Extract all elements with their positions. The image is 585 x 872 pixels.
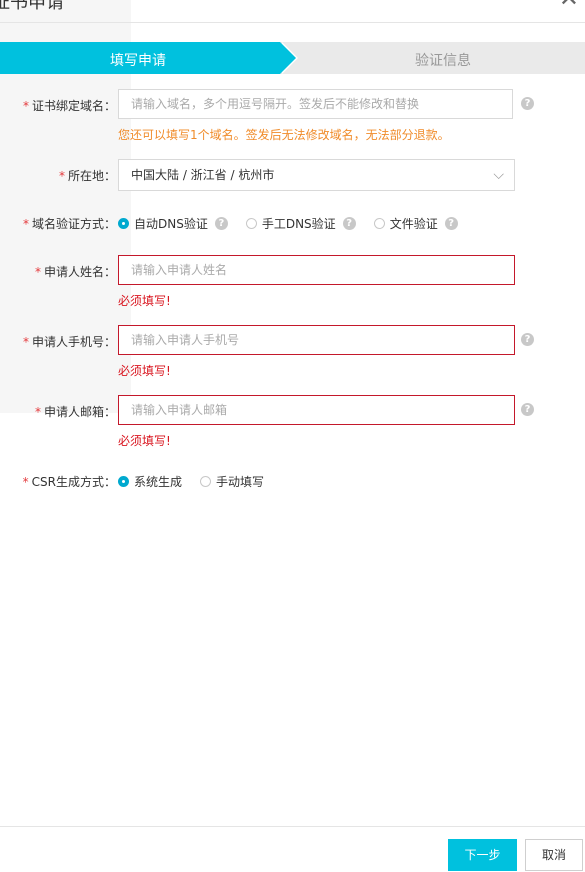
step-label: 填写申请 [110,53,166,69]
applicant-email-input[interactable] [118,395,515,425]
applicant-name-error: 必须填写! [118,294,171,308]
applicant-phone-error: 必须填写! [118,364,171,378]
certificate-apply-dialog: 证书申请 ✕ 填写申请 验证信息 *证书绑定域名： ? 您还可以填写1个域名。签… [0,0,585,872]
verify-method-label: * 域名验证方式： [22,217,116,231]
help-icon[interactable]: ? [521,97,534,110]
dialog-title: 证书申请 [0,0,64,13]
location-label: * 所在地： [58,169,116,183]
close-icon[interactable]: ✕ [559,0,579,10]
domain-input[interactable] [118,89,513,119]
step-fill-application: 填写申请 [0,42,298,74]
applicant-phone-input[interactable] [118,325,515,355]
location-value: 中国大陆 / 浙江省 / 杭州市 [131,168,275,182]
radio-unselected-icon [373,218,385,229]
radio-manual-input[interactable]: 手动填写 [200,473,264,490]
csr-method-radio-group: 系统生成 手动填写 [118,473,282,490]
help-icon[interactable]: ? [521,403,534,416]
next-step-button[interactable]: 下一步 [448,839,517,871]
applicant-name-label: * 申请人姓名： [34,265,116,279]
help-icon[interactable]: ? [444,217,458,230]
cancel-button[interactable]: 取消 [525,839,583,871]
radio-manual-dns[interactable]: 手工DNS验证 ? [245,215,356,232]
verify-method-radio-group: 自动DNS验证 ? 手工DNS验证 ? 文件验证 ? [118,215,476,232]
applicant-email-error: 必须填写! [118,434,171,448]
radio-selected-icon [118,218,129,229]
radio-system-generate[interactable]: 系统生成 [118,473,182,490]
applicant-phone-label: * 申请人手机号： [22,335,116,349]
radio-selected-icon [118,476,129,487]
help-icon[interactable]: ? [521,333,534,346]
domain-hint: 您还可以填写1个域名。签发后无法修改域名，无法部分退款。 [118,128,450,142]
domain-label: * 证书绑定域名： [22,99,116,113]
step-label: 验证信息 [415,53,471,69]
help-icon[interactable]: ? [214,217,228,230]
radio-auto-dns[interactable]: 自动DNS验证 ? [118,215,228,232]
chevron-down-icon: ⌵ [493,167,504,183]
radio-unselected-icon [245,218,257,229]
location-select[interactable]: 中国大陆 / 浙江省 / 杭州市 ⌵ [118,159,515,191]
dialog-footer: 下一步 取消 [0,826,585,872]
dialog-header: 证书申请 ✕ [0,0,585,23]
csr-method-label: * CSR生成方式： [22,475,116,489]
step-arrow-icon [280,42,296,74]
help-icon[interactable]: ? [342,217,356,230]
applicant-name-input[interactable] [118,255,515,285]
radio-file-verify[interactable]: 文件验证 ? [373,215,458,232]
applicant-email-label: * 申请人邮箱： [34,405,116,419]
step-bar: 填写申请 验证信息 [0,42,585,74]
radio-unselected-icon [200,476,212,487]
